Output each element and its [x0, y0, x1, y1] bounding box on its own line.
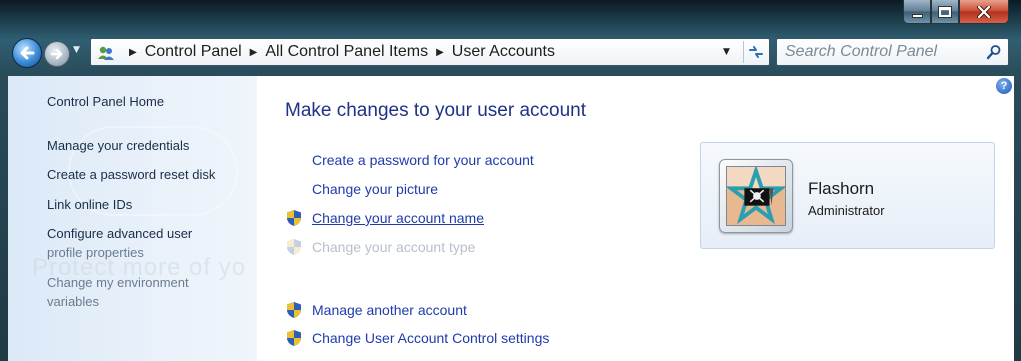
- address-bar[interactable]: ▶ Control Panel ▶ All Control Panel Item…: [90, 38, 770, 66]
- maximize-icon: [938, 5, 952, 18]
- sidebar-item-advanced-profile[interactable]: Configure advanced user: [47, 224, 192, 244]
- change-account-type-link: Change your account type: [312, 239, 476, 255]
- refresh-icon: [748, 46, 763, 58]
- minimize-icon: [911, 13, 923, 18]
- breadcrumb-all-items[interactable]: All Control Panel Items: [265, 43, 428, 61]
- account-role: Administrator: [808, 203, 885, 218]
- maximize-button[interactable]: [931, 0, 959, 24]
- window-frame: ▼ ▶ Control Panel ▶ All Control Panel It…: [0, 0, 1021, 361]
- breadcrumb-user-accounts[interactable]: User Accounts: [452, 43, 555, 61]
- account-name: Flashorn: [808, 179, 875, 198]
- page-title: Make changes to your user account: [285, 100, 587, 121]
- recent-pages-dropdown[interactable]: ▼: [73, 45, 83, 57]
- uac-shield-icon: [287, 239, 301, 255]
- account-card: Flashorn Administrator: [700, 142, 995, 249]
- manage-another-account-link[interactable]: Manage another account: [312, 302, 467, 318]
- sidebar: Control Panel Home Manage your credentia…: [8, 76, 257, 361]
- minimize-button[interactable]: [903, 0, 931, 24]
- search-icon[interactable]: [986, 44, 1002, 60]
- sidebar-item-password-reset-disk[interactable]: Create a password reset disk: [47, 165, 215, 185]
- back-arrow-icon: [20, 46, 35, 60]
- breadcrumb-separator-icon[interactable]: ▶: [250, 47, 258, 58]
- uac-shield-icon: [287, 302, 301, 318]
- search-input[interactable]: [781, 41, 976, 63]
- user-accounts-icon: [98, 46, 114, 60]
- uac-settings-link[interactable]: Change User Account Control settings: [312, 330, 549, 346]
- avatar[interactable]: [719, 159, 793, 233]
- close-icon: [977, 5, 991, 18]
- breadcrumb: ▶ Control Panel ▶ All Control Panel Item…: [121, 39, 555, 65]
- avatar-picture: [726, 166, 786, 226]
- refresh-button[interactable]: [743, 41, 767, 63]
- uac-shield-icon: [287, 210, 301, 226]
- back-button[interactable]: [12, 38, 42, 68]
- sidebar-item-control-panel-home[interactable]: Control Panel Home: [47, 92, 164, 112]
- create-password-link[interactable]: Create a password for your account: [312, 152, 534, 168]
- breadcrumb-separator-icon[interactable]: ▶: [436, 47, 444, 58]
- breadcrumb-separator-icon[interactable]: ▶: [129, 47, 137, 58]
- sidebar-item-environment-variables-line2[interactable]: variables: [47, 292, 99, 312]
- navigation-bar: ▼ ▶ Control Panel ▶ All Control Panel It…: [0, 32, 1021, 72]
- search-box[interactable]: [776, 38, 1009, 66]
- address-dropdown-icon[interactable]: ▼: [723, 47, 730, 57]
- caption-buttons: [903, 0, 1009, 24]
- forward-button[interactable]: [44, 41, 70, 67]
- close-button[interactable]: [959, 0, 1009, 24]
- sidebar-item-manage-credentials[interactable]: Manage your credentials: [47, 136, 189, 156]
- change-picture-link[interactable]: Change your picture: [312, 181, 438, 197]
- watermark-text: Protect more of yo: [32, 254, 247, 281]
- breadcrumb-control-panel[interactable]: Control Panel: [145, 43, 242, 61]
- sidebar-item-link-online-ids[interactable]: Link online IDs: [47, 195, 132, 215]
- content-area: Control Panel Home Manage your credentia…: [8, 76, 1014, 361]
- help-icon[interactable]: ?: [996, 78, 1012, 94]
- uac-shield-icon: [287, 330, 301, 346]
- forward-arrow-icon: [50, 48, 63, 60]
- change-account-name-link[interactable]: Change your account name: [312, 210, 484, 226]
